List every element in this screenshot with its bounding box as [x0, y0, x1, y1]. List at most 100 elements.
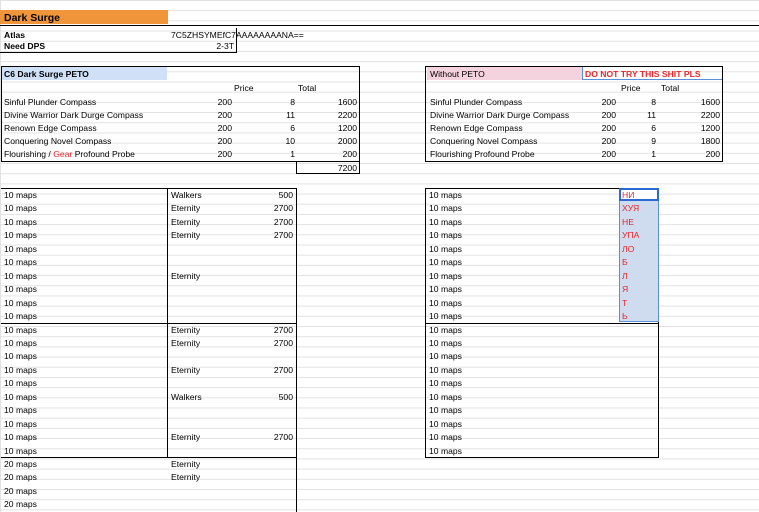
right-row-qty[interactable]: 1: [620, 149, 656, 159]
map-count-cell[interactable]: 10 maps: [429, 378, 462, 388]
map-value-cell[interactable]: 2700: [240, 325, 293, 335]
map-value-cell[interactable]: 2700: [240, 365, 293, 375]
map-count-cell[interactable]: 10 maps: [4, 432, 37, 442]
map-type-cell[interactable]: Eternity: [171, 338, 200, 348]
map-value-cell[interactable]: 2700: [240, 338, 293, 348]
map-count-cell[interactable]: 10 maps: [4, 203, 37, 213]
map-count-cell[interactable]: 10 maps: [429, 419, 462, 429]
cyrillic-cell[interactable]: Л: [622, 271, 628, 281]
map-count-cell[interactable]: 10 maps: [4, 419, 37, 429]
map-value-cell[interactable]: 2700: [240, 217, 293, 227]
map-count-cell[interactable]: 10 maps: [429, 217, 462, 227]
map-count-cell[interactable]: 10 maps: [429, 298, 462, 308]
map-count-cell[interactable]: 10 maps: [4, 284, 37, 294]
map-count-cell[interactable]: 20 maps: [4, 499, 37, 509]
cyrillic-cell[interactable]: ХУЯ: [622, 203, 639, 213]
map-count-cell[interactable]: 10 maps: [429, 446, 462, 456]
map-count-cell[interactable]: 20 maps: [4, 459, 37, 469]
map-count-cell[interactable]: 10 maps: [4, 351, 37, 361]
left-row-price[interactable]: 200: [180, 97, 232, 107]
map-type-cell[interactable]: Eternity: [171, 203, 200, 213]
map-count-cell[interactable]: 10 maps: [4, 244, 37, 254]
map-count-cell[interactable]: 10 maps: [429, 244, 462, 254]
map-count-cell[interactable]: 10 maps: [4, 405, 37, 415]
map-count-cell[interactable]: 10 maps: [429, 325, 462, 335]
right-row-name[interactable]: Divine Warrior Dark Durge Compass: [430, 110, 569, 120]
right-row-price[interactable]: 200: [582, 149, 616, 159]
map-count-cell[interactable]: 10 maps: [4, 378, 37, 388]
left-row-price[interactable]: 200: [180, 136, 232, 146]
map-count-cell[interactable]: 10 maps: [4, 217, 37, 227]
map-count-cell[interactable]: 10 maps: [429, 351, 462, 361]
right-row-name[interactable]: Conquering Novel Compass: [430, 136, 537, 146]
left-row-qty[interactable]: 11: [244, 110, 295, 120]
map-type-cell[interactable]: Eternity: [171, 365, 200, 375]
map-count-cell[interactable]: 10 maps: [4, 325, 37, 335]
map-type-cell[interactable]: Eternity: [171, 217, 200, 227]
map-value-cell[interactable]: 500: [240, 190, 293, 200]
cyrillic-cell[interactable]: НИ: [622, 190, 634, 200]
cyrillic-cell[interactable]: ЛО: [622, 244, 634, 254]
map-value-cell[interactable]: 2700: [240, 230, 293, 240]
map-count-cell[interactable]: 10 maps: [4, 230, 37, 240]
left-row-name[interactable]: Renown Edge Compass: [4, 123, 97, 133]
map-count-cell[interactable]: 10 maps: [429, 311, 462, 321]
left-row-qty[interactable]: 1: [244, 149, 295, 159]
right-row-price[interactable]: 200: [582, 110, 616, 120]
map-value-cell[interactable]: 2700: [240, 432, 293, 442]
left-row-name[interactable]: Sinful Plunder Compass: [4, 97, 96, 107]
cyrillic-cell[interactable]: Я: [622, 284, 628, 294]
cyrillic-cell[interactable]: УПА: [622, 230, 639, 240]
left-row-qty[interactable]: 6: [244, 123, 295, 133]
map-count-cell[interactable]: 20 maps: [4, 472, 37, 482]
map-count-cell[interactable]: 10 maps: [429, 405, 462, 415]
map-count-cell[interactable]: 20 maps: [4, 486, 37, 496]
map-count-cell[interactable]: 10 maps: [429, 190, 462, 200]
left-row-price[interactable]: 200: [180, 149, 232, 159]
left-row-total[interactable]: 2000: [304, 136, 357, 146]
right-row-name[interactable]: Sinful Plunder Compass: [430, 97, 522, 107]
map-type-cell[interactable]: Walkers: [171, 190, 202, 200]
right-row-total[interactable]: 1600: [660, 97, 720, 107]
map-type-cell[interactable]: Eternity: [171, 230, 200, 240]
right-row-price[interactable]: 200: [582, 136, 616, 146]
right-row-qty[interactable]: 11: [620, 110, 656, 120]
left-row-total[interactable]: 1600: [304, 97, 357, 107]
map-count-cell[interactable]: 10 maps: [4, 446, 37, 456]
map-count-cell[interactable]: 10 maps: [429, 392, 462, 402]
right-row-total[interactable]: 1200: [660, 123, 720, 133]
right-row-name[interactable]: Flourishing Profound Probe: [430, 149, 535, 159]
map-count-cell[interactable]: 10 maps: [4, 311, 37, 321]
cyrillic-cell[interactable]: НЕ: [622, 217, 634, 227]
map-count-cell[interactable]: 10 maps: [4, 271, 37, 281]
right-row-price[interactable]: 200: [582, 123, 616, 133]
left-row-qty[interactable]: 8: [244, 97, 295, 107]
map-value-cell[interactable]: 500: [240, 392, 293, 402]
right-row-qty[interactable]: 6: [620, 123, 656, 133]
map-type-cell[interactable]: Eternity: [171, 472, 200, 482]
map-count-cell[interactable]: 10 maps: [429, 284, 462, 294]
map-count-cell[interactable]: 10 maps: [429, 230, 462, 240]
cyrillic-cell[interactable]: Б: [622, 257, 628, 267]
right-row-total[interactable]: 2200: [660, 110, 720, 120]
map-count-cell[interactable]: 10 maps: [429, 432, 462, 442]
left-row-name[interactable]: Divine Warrior Dark Durge Compass: [4, 110, 143, 120]
map-count-cell[interactable]: 10 maps: [429, 203, 462, 213]
map-count-cell[interactable]: 10 maps: [429, 338, 462, 348]
map-count-cell[interactable]: 10 maps: [4, 365, 37, 375]
map-count-cell[interactable]: 10 maps: [4, 190, 37, 200]
cyrillic-cell[interactable]: Ь: [622, 311, 628, 321]
map-count-cell[interactable]: 10 maps: [4, 338, 37, 348]
right-row-qty[interactable]: 8: [620, 97, 656, 107]
map-type-cell[interactable]: Eternity: [171, 271, 200, 281]
left-row-price[interactable]: 200: [180, 110, 232, 120]
left-row-name[interactable]: Flourishing / Gear Profound Probe: [4, 149, 135, 159]
left-row-total[interactable]: 200: [304, 149, 357, 159]
left-row-name[interactable]: Conquering Novel Compass: [4, 136, 111, 146]
left-row-total[interactable]: 2200: [304, 110, 357, 120]
map-count-cell[interactable]: 10 maps: [4, 298, 37, 308]
map-type-cell[interactable]: Eternity: [171, 432, 200, 442]
right-row-qty[interactable]: 9: [620, 136, 656, 146]
left-row-total[interactable]: 1200: [304, 123, 357, 133]
left-row-price[interactable]: 200: [180, 123, 232, 133]
